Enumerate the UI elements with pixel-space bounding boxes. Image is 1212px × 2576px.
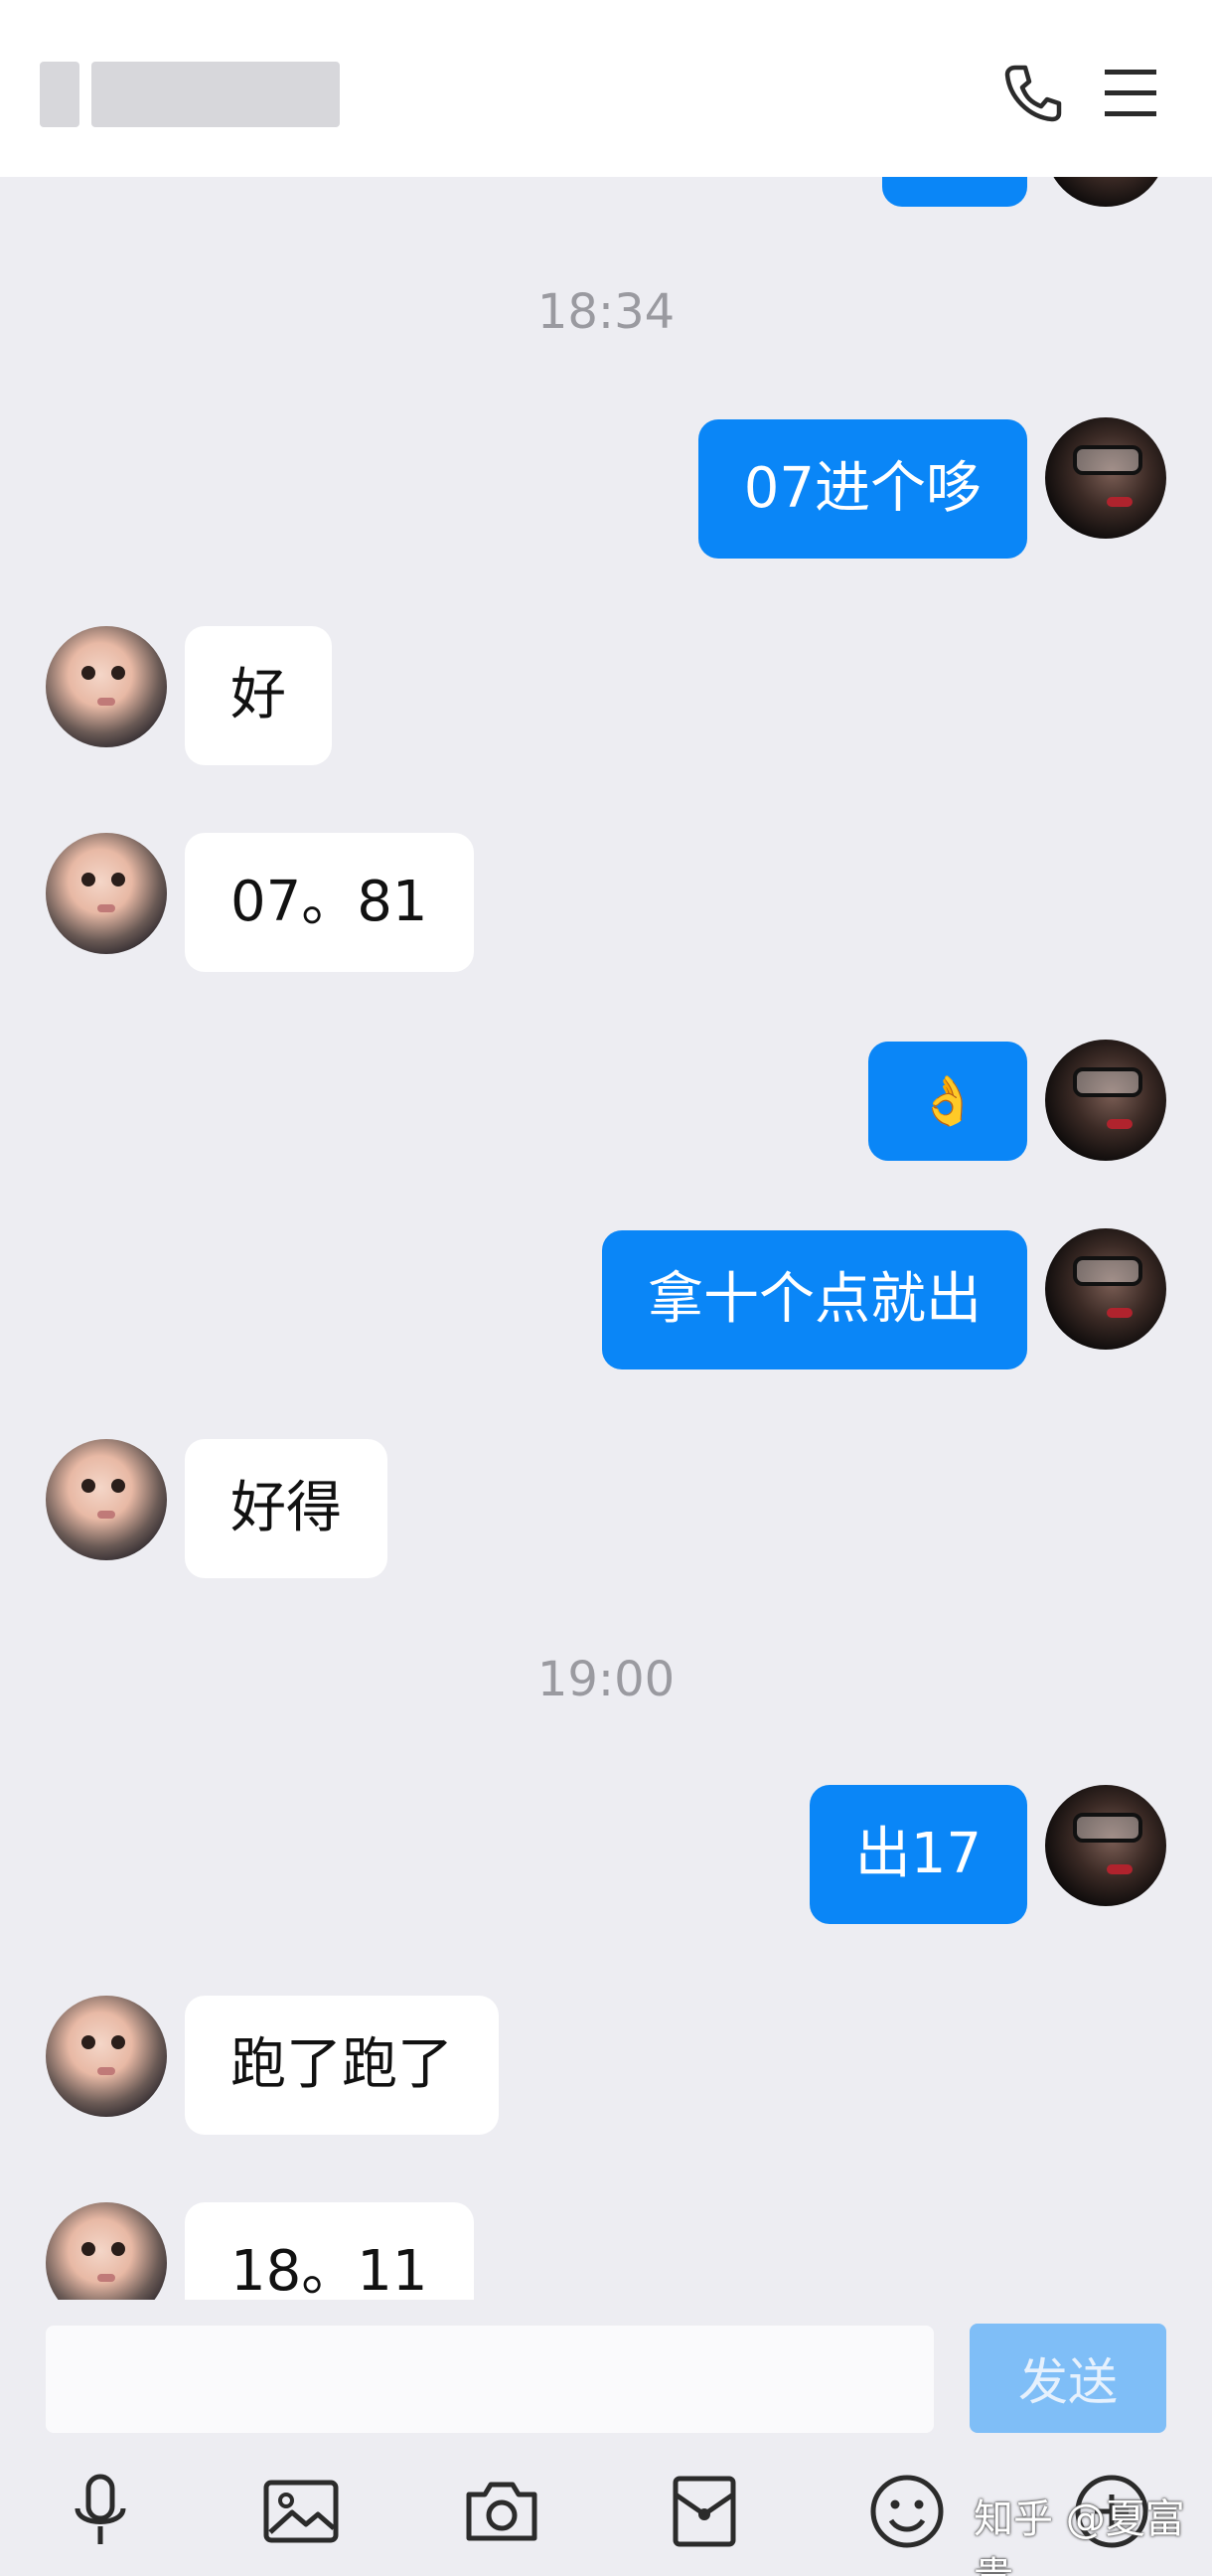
message-bubble-received[interactable]: 跑了跑了 (185, 1996, 499, 2135)
message-bubble-sent[interactable]: 出17 (809, 1785, 1027, 1924)
input-bar: 发送 知乎 @夏富贵 (0, 2300, 1212, 2576)
contact-avatar[interactable] (46, 626, 167, 747)
message-bubble-received[interactable]: 好 (185, 626, 332, 765)
timestamp: 19:00 (536, 1652, 676, 1707)
message-bubble-partial[interactable] (882, 177, 1027, 207)
camera-icon[interactable] (461, 2471, 542, 2552)
microphone-icon[interactable] (60, 2471, 141, 2552)
emoji-icon[interactable] (866, 2471, 948, 2552)
message-input[interactable] (46, 2326, 934, 2433)
message-bubble-received[interactable]: 好得 (185, 1439, 387, 1578)
message-bubble-received[interactable]: 18。11 (185, 2202, 474, 2300)
timestamp: 18:34 (536, 284, 676, 340)
contact-avatar[interactable] (46, 2202, 167, 2300)
chat-header (0, 0, 1212, 177)
my-avatar[interactable] (1045, 1228, 1166, 1350)
watermark: 知乎 @夏富贵 (974, 2496, 1185, 2576)
message-list[interactable]: 18:34 07进个哆 好 07。81 👌 拿十个点就出 好得 19:00 出1… (0, 177, 1212, 2300)
message-bubble-sent[interactable]: 👌 (868, 1042, 1027, 1161)
my-avatar[interactable] (1045, 1040, 1166, 1161)
contact-name-blurred (40, 62, 352, 131)
message-bubble-received[interactable]: 07。81 (185, 833, 474, 972)
my-avatar[interactable] (1045, 417, 1166, 539)
contact-avatar[interactable] (46, 1996, 167, 2117)
my-avatar[interactable] (1045, 1785, 1166, 1906)
contact-avatar[interactable] (46, 1439, 167, 1560)
red-packet-icon[interactable] (664, 2471, 745, 2552)
contact-avatar[interactable] (46, 833, 167, 954)
send-button[interactable]: 发送 (970, 2324, 1166, 2433)
message-bubble-sent[interactable]: 07进个哆 (697, 419, 1027, 559)
phone-icon[interactable] (1001, 62, 1065, 125)
my-avatar[interactable] (1045, 177, 1166, 207)
message-bubble-sent[interactable]: 拿十个点就出 (602, 1230, 1027, 1369)
image-icon[interactable] (260, 2471, 342, 2552)
menu-icon[interactable] (1101, 66, 1160, 121)
